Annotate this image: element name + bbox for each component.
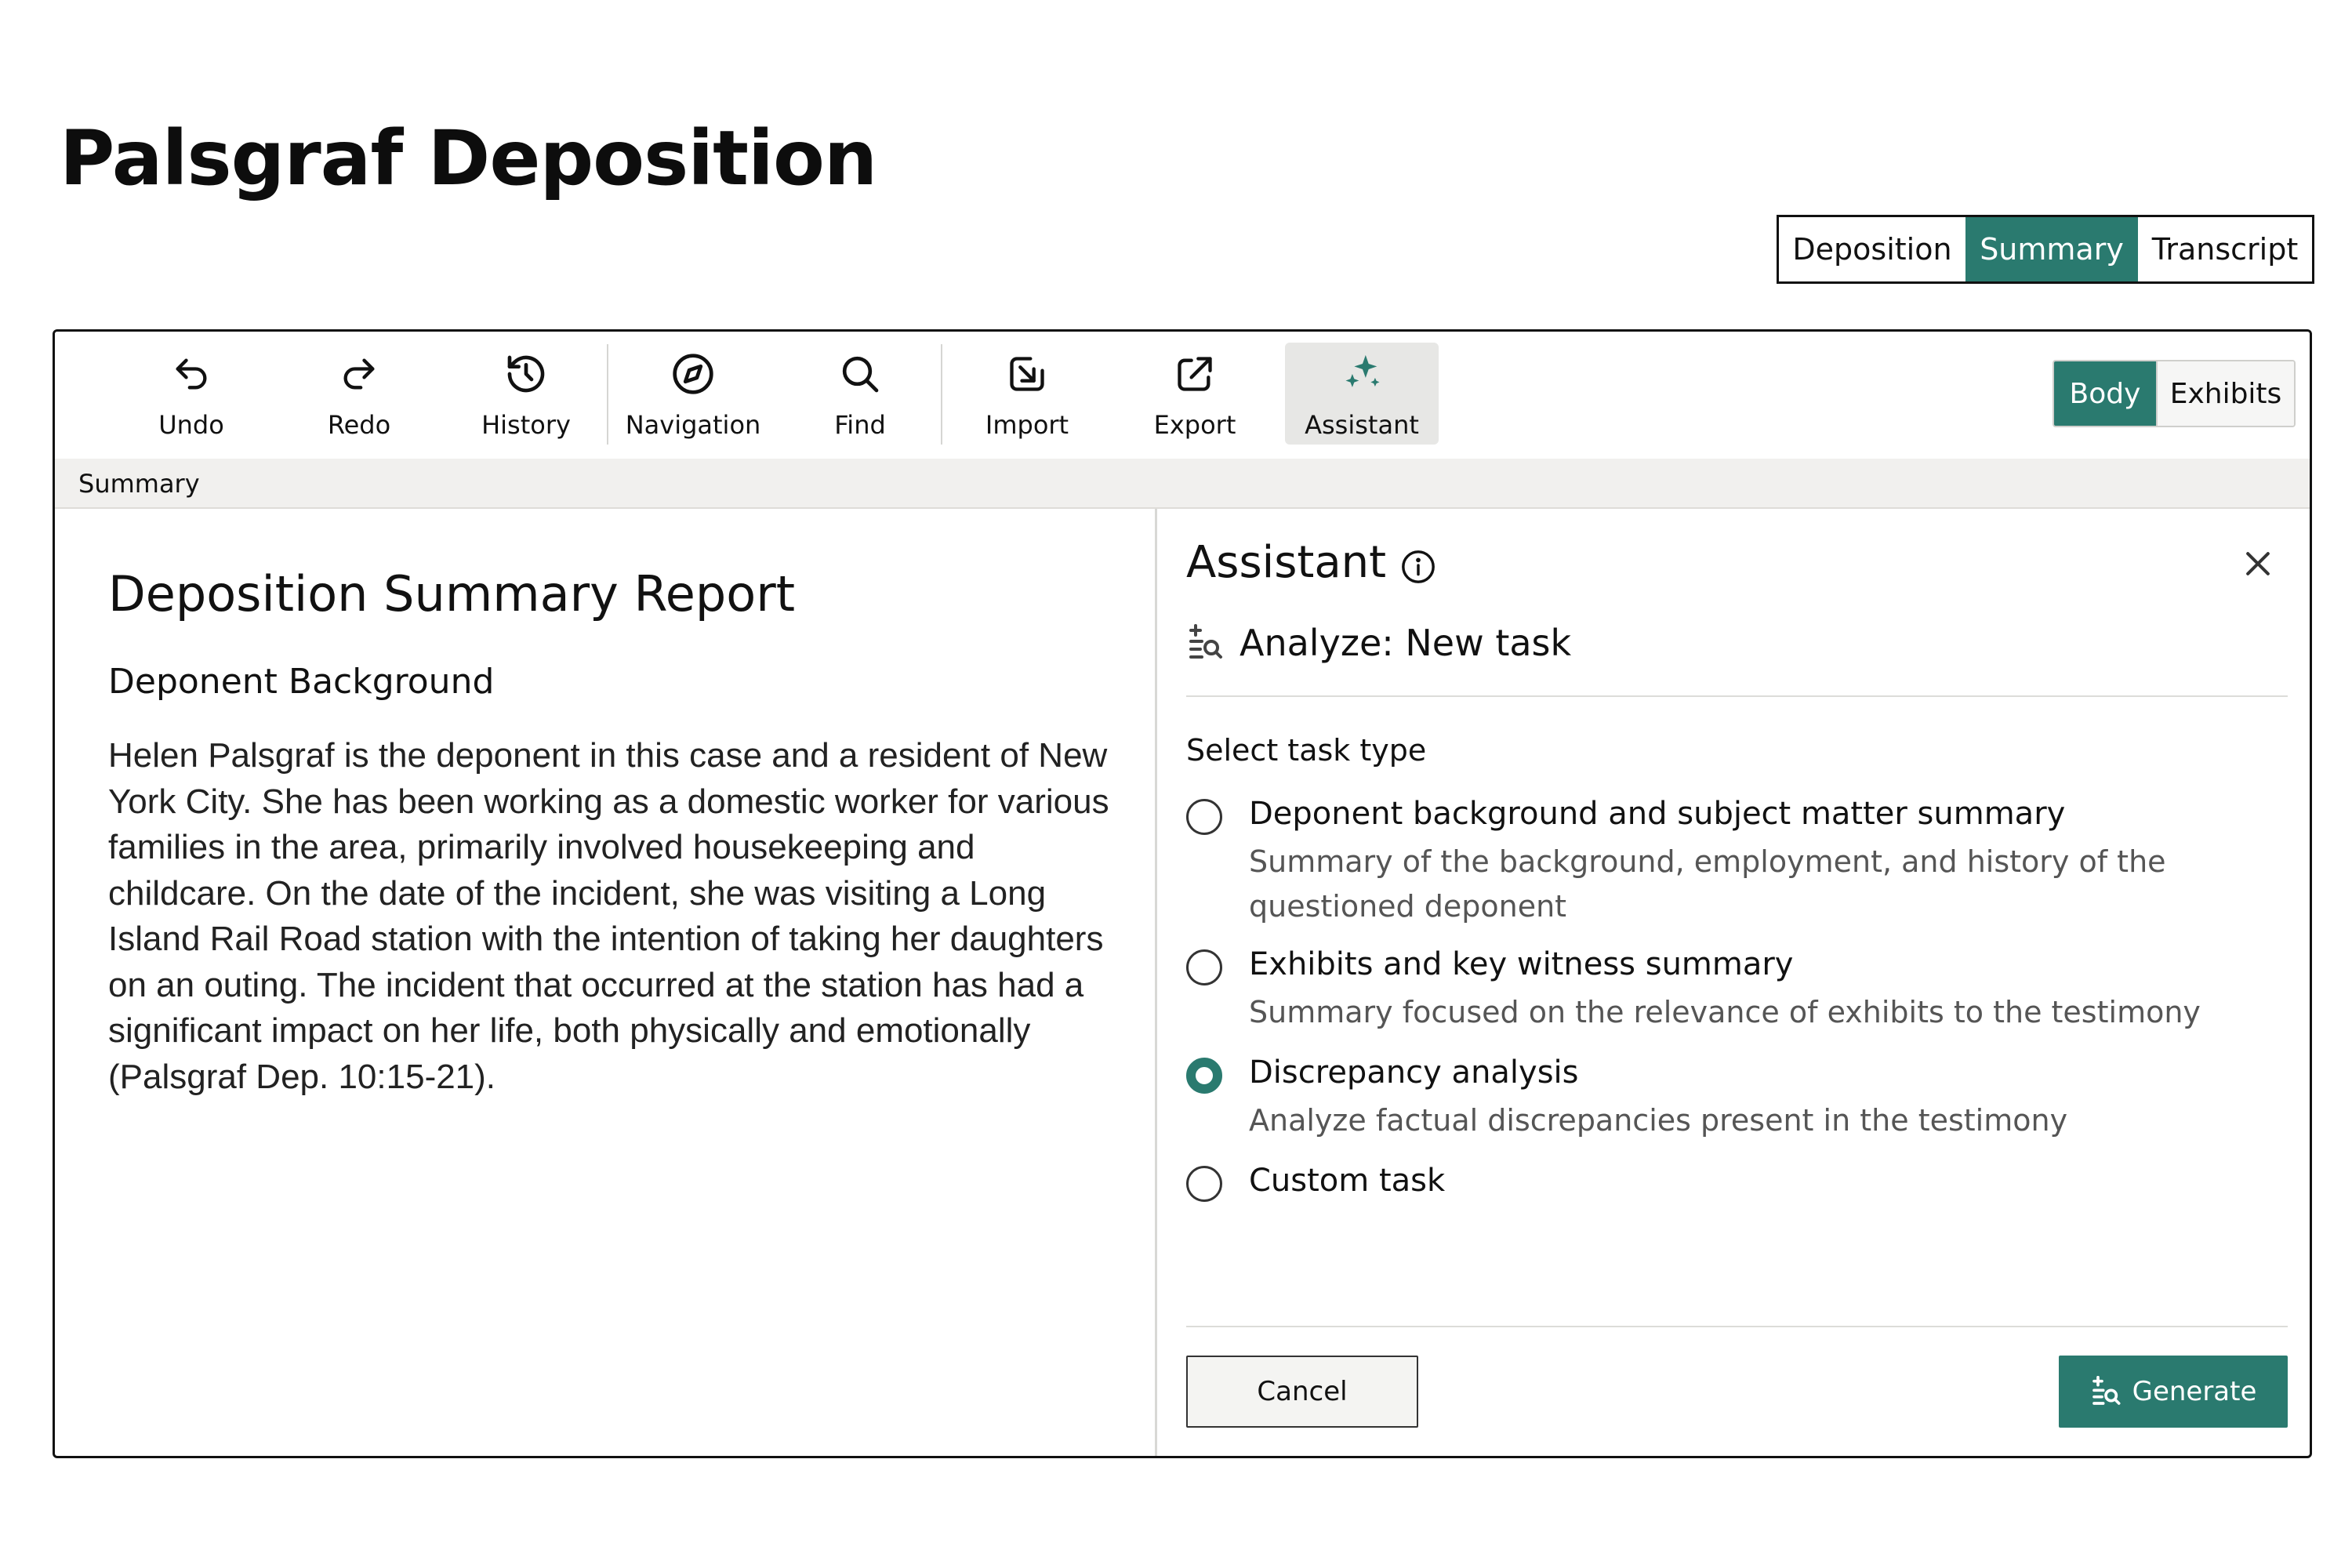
cancel-button[interactable]: Cancel [1186,1356,1418,1428]
radio-button[interactable] [1186,1166,1222,1202]
option-title: Discrepancy analysis [1249,1054,1579,1091]
option-discrepancy-analysis[interactable]: Discrepancy analysis Analyze factual dis… [1186,1054,2284,1141]
search-icon [837,350,884,397]
export-label: Export [1153,410,1236,440]
undo-button[interactable]: Undo [114,343,268,445]
assistant-panel: Assistant Analyze: New task Select task … [1160,509,2310,1456]
history-icon [503,350,550,397]
redo-icon [336,350,383,397]
export-button[interactable]: Export [1118,343,1272,445]
info-icon[interactable] [1400,545,1436,583]
radio-button-selected[interactable] [1186,1058,1222,1094]
import-label: Import [985,410,1069,440]
document-pane: Deposition Summary Report Deponent Backg… [55,509,1157,1456]
history-button[interactable]: History [449,343,603,445]
radio-button[interactable] [1186,949,1222,985]
import-icon [1004,350,1051,397]
option-description: Summary focused on the relevance of exhi… [1249,995,2201,1029]
navigation-label: Navigation [625,410,761,440]
body-exhibits-switch: Body Exhibits [2053,360,2296,427]
generate-button[interactable]: Generate [2059,1356,2288,1428]
assistant-button[interactable]: Assistant [1285,343,1439,445]
redo-button[interactable]: Redo [282,343,436,445]
option-description: Analyze factual discrepancies present in… [1249,1103,2068,1138]
compass-icon [670,350,717,397]
redo-label: Redo [327,410,391,440]
option-title: Deponent background and subject matter s… [1249,796,2066,832]
toolbar: Undo Redo History Navigation Find Import… [55,332,2310,459]
radio-button[interactable] [1186,799,1222,835]
option-exhibits-summary[interactable]: Exhibits and key witness summary Summary… [1186,946,2284,1033]
analyze-icon [2090,1375,2122,1407]
option-title: Exhibits and key witness summary [1249,946,1794,982]
find-button[interactable]: Find [783,343,937,445]
undo-icon [168,350,215,397]
import-button[interactable]: Import [950,343,1104,445]
undo-label: Undo [158,410,224,440]
assistant-header: Assistant [1186,537,1436,588]
assistant-label: Assistant [1305,410,1419,440]
section-heading: Deponent Background [108,662,495,702]
assistant-title: Assistant [1186,537,1387,588]
tab-summary[interactable]: Summary [1965,217,2138,281]
tab-transcript[interactable]: Transcript [2138,217,2312,281]
task-header: Analyze: New task [1186,622,1571,664]
select-task-label: Select task type [1186,733,1427,768]
divider [1186,1326,2288,1327]
option-custom-task[interactable]: Custom task [1186,1163,2284,1207]
navigation-button[interactable]: Navigation [616,343,770,445]
history-label: History [481,410,571,440]
toolbar-divider [941,344,942,445]
document-title: Deposition Summary Report [108,565,796,622]
close-icon[interactable] [2241,546,2275,581]
tab-exhibits[interactable]: Exhibits [2156,361,2294,426]
option-title: Custom task [1249,1163,1446,1199]
export-icon [1171,350,1218,397]
divider [1186,695,2288,697]
editor-window: Undo Redo History Navigation Find Import… [53,329,2312,1458]
tab-body[interactable]: Body [2054,361,2156,426]
toolbar-divider [607,344,608,445]
sparkles-icon [1338,350,1385,397]
breadcrumb: Summary [55,459,2310,509]
tab-deposition[interactable]: Deposition [1779,217,1965,281]
option-deponent-background[interactable]: Deponent background and subject matter s… [1186,796,2284,924]
view-switch: Deposition Summary Transcript [1777,215,2314,284]
task-title: Analyze: New task [1240,622,1572,664]
option-description: Summary of the background, employment, a… [1249,844,2166,924]
find-label: Find [834,410,886,440]
document-paragraph: Helen Palsgraf is the deponent in this c… [108,736,1109,1096]
page-title: Palsgraf Deposition [60,114,877,202]
analyze-icon [1186,624,1224,662]
generate-label: Generate [2132,1376,2257,1407]
